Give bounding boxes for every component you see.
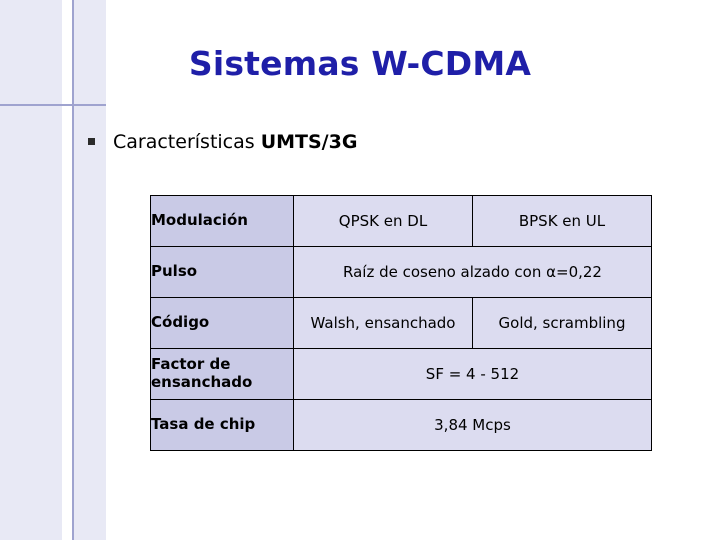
bullet-text: Características UMTS/3G [113,131,357,153]
cell-codigo-walsh: Walsh, ensanchado [293,297,473,349]
square-bullet-icon [88,138,95,145]
decorative-horizontal-rule [0,104,106,106]
table-row: Tasa de chip 3,84 Mcps [150,399,652,451]
table-row: Modulación QPSK en DL BPSK en UL [150,195,652,247]
row-label-factor-ensanchado: Factor de ensanchado [150,348,294,400]
bullet-text-bold: UMTS/3G [260,131,358,153]
characteristics-table: Modulación QPSK en DL BPSK en UL Pulso R… [150,195,652,451]
bullet-text-normal: Características [113,131,261,153]
row-label-modulacion: Modulación [150,195,294,247]
bullet-line: Características UMTS/3G [88,131,357,153]
cell-modulacion-ul: BPSK en UL [472,195,652,247]
row-label-pulso: Pulso [150,246,294,298]
page-title: Sistemas W-CDMA [188,44,532,83]
characteristics-table-wrapper: Modulación QPSK en DL BPSK en UL Pulso R… [150,195,652,451]
cell-modulacion-dl: QPSK en DL [293,195,473,247]
table-row: Factor de ensanchado SF = 4 - 512 [150,348,652,400]
row-label-tasa-chip: Tasa de chip [150,399,294,451]
cell-tasa-chip-value: 3,84 Mcps [293,399,652,451]
cell-pulso-value: Raíz de coseno alzado con α=0,22 [293,246,652,298]
cell-factor-ensanchado-value: SF = 4 - 512 [293,348,652,400]
cell-codigo-gold: Gold, scrambling [472,297,652,349]
table-row: Código Walsh, ensanchado Gold, scramblin… [150,297,652,349]
table-row: Pulso Raíz de coseno alzado con α=0,22 [150,246,652,298]
row-label-codigo: Código [150,297,294,349]
